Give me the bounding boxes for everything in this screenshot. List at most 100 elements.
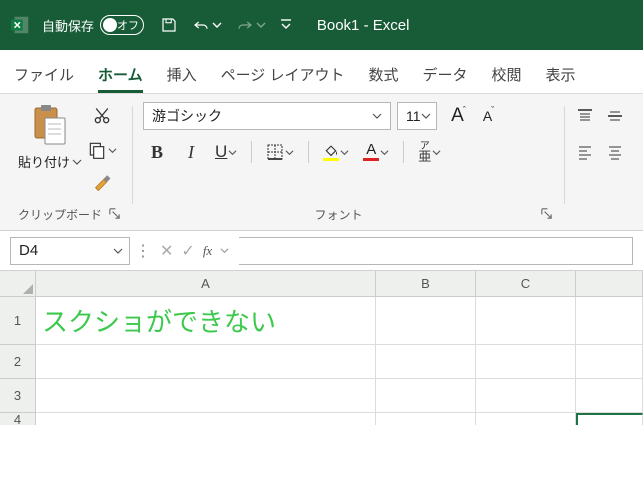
fill-color-bar	[323, 158, 339, 161]
save-button[interactable]	[160, 16, 178, 34]
group-alignment	[567, 100, 633, 228]
chevron-down-icon	[220, 246, 229, 255]
cell-A2[interactable]	[36, 345, 376, 379]
undo-button[interactable]	[192, 16, 222, 34]
cell-B3[interactable]	[376, 379, 476, 413]
align-middle-icon	[606, 107, 624, 125]
formula-input[interactable]	[239, 237, 633, 265]
cell-C2[interactable]	[476, 345, 576, 379]
font-size-select[interactable]: 11	[397, 102, 437, 130]
align-center-icon	[606, 143, 624, 161]
align-middle-button[interactable]	[605, 104, 625, 128]
chevron-down-icon	[228, 148, 237, 157]
autosave-control[interactable]: 自動保存 オフ	[42, 15, 144, 35]
clipboard-paste-icon	[29, 102, 71, 150]
align-left-icon	[576, 143, 594, 161]
insert-function-button[interactable]: fx	[203, 243, 212, 259]
name-box[interactable]: D4	[10, 237, 130, 265]
align-top-icon	[576, 107, 594, 125]
tab-insert[interactable]: 挿入	[167, 54, 197, 93]
quick-access-toolbar	[160, 16, 292, 34]
paintbrush-icon	[91, 173, 113, 195]
cell-B1[interactable]	[376, 297, 476, 345]
group-separator	[132, 106, 133, 204]
paste-button[interactable]: 貼り付け	[18, 102, 82, 171]
group-font: 游ゴシック 11 Aˆ Aˇ B I U	[135, 100, 562, 228]
chevron-down-icon	[212, 20, 222, 30]
copy-icon	[87, 140, 107, 160]
clipboard-dialog-launcher[interactable]	[108, 207, 122, 221]
shrink-font-button[interactable]: Aˇ	[477, 104, 501, 128]
column-header-D[interactable]	[576, 271, 643, 297]
customize-qat-button[interactable]	[280, 18, 292, 32]
name-box-value: D4	[19, 242, 38, 259]
row-header-3[interactable]: 3	[0, 379, 36, 413]
paint-bucket-icon	[323, 143, 339, 157]
italic-button[interactable]: I	[181, 140, 201, 164]
cell-D3[interactable]	[576, 379, 643, 413]
font-name-select[interactable]: 游ゴシック	[143, 102, 391, 130]
font-name-value: 游ゴシック	[152, 106, 222, 126]
borders-button[interactable]	[266, 140, 294, 164]
cell-B4[interactable]	[376, 413, 476, 425]
tab-home[interactable]: ホーム	[98, 54, 143, 93]
cell-D4-active[interactable]	[576, 413, 643, 425]
underline-button[interactable]: U	[215, 140, 237, 164]
autosave-toggle[interactable]: オフ	[100, 15, 144, 35]
cell-D1[interactable]	[576, 297, 643, 345]
column-header-B[interactable]: B	[376, 271, 476, 297]
group-clipboard: 貼り付け クリップボード	[10, 100, 130, 228]
font-dialog-launcher[interactable]	[540, 207, 554, 221]
column-header-C[interactable]: C	[476, 271, 576, 297]
chevron-down-icon	[72, 157, 82, 167]
font-size-value: 11	[406, 108, 421, 124]
row-header-4[interactable]: 4	[0, 413, 36, 425]
drag-handle-icon[interactable]: ⋮	[136, 241, 150, 261]
cell-C3[interactable]	[476, 379, 576, 413]
align-center-button[interactable]	[605, 140, 625, 164]
cell-A3[interactable]	[36, 379, 376, 413]
cell-B2[interactable]	[376, 345, 476, 379]
grow-font-button[interactable]: Aˆ	[447, 104, 471, 128]
cut-button[interactable]	[90, 104, 114, 128]
cell-A1[interactable]: スクショができない	[36, 297, 376, 345]
paste-label: 貼り付け	[18, 152, 70, 171]
cell-C4[interactable]	[476, 413, 576, 425]
font-color-button[interactable]: A	[363, 140, 389, 164]
align-top-button[interactable]	[575, 104, 595, 128]
tab-review[interactable]: 校閲	[492, 54, 522, 93]
enter-formula-button[interactable]: ✓	[181, 241, 194, 261]
row-header-2[interactable]: 2	[0, 345, 36, 379]
chevron-down-icon	[421, 111, 432, 121]
toggle-knob	[103, 18, 117, 32]
tab-page-layout[interactable]: ページ レイアウト	[221, 54, 345, 93]
tab-file[interactable]: ファイル	[14, 54, 74, 93]
borders-icon	[266, 143, 284, 161]
bold-button[interactable]: B	[147, 140, 167, 164]
tab-formulas[interactable]: 数式	[368, 54, 398, 93]
separator	[403, 141, 404, 163]
cell-C1[interactable]	[476, 297, 576, 345]
copy-button[interactable]	[90, 138, 114, 162]
cell-D2[interactable]	[576, 345, 643, 379]
row-header-1[interactable]: 1	[0, 297, 36, 345]
separator	[308, 141, 309, 163]
font-group-label: フォント	[143, 206, 534, 223]
cancel-formula-button[interactable]: ✕	[160, 241, 173, 261]
select-all-corner[interactable]	[0, 271, 36, 297]
align-left-button[interactable]	[575, 140, 595, 164]
document-title: Book1 - Excel	[317, 17, 410, 34]
chevron-down-icon	[109, 246, 127, 256]
phonetic-guide-button[interactable]: ア 亜	[418, 140, 441, 164]
fill-color-button[interactable]	[323, 140, 349, 164]
format-painter-button[interactable]	[90, 172, 114, 196]
chevron-down-icon	[285, 148, 294, 157]
tab-view[interactable]: 表示	[546, 54, 576, 93]
redo-button[interactable]	[236, 16, 266, 34]
tab-data[interactable]: データ	[422, 54, 467, 93]
ribbon: 貼り付け クリップボード	[0, 94, 643, 231]
column-header-A[interactable]: A	[36, 271, 376, 297]
cell-A4[interactable]	[36, 413, 376, 425]
autosave-state: オフ	[117, 17, 139, 33]
chevron-down-icon	[108, 146, 117, 155]
